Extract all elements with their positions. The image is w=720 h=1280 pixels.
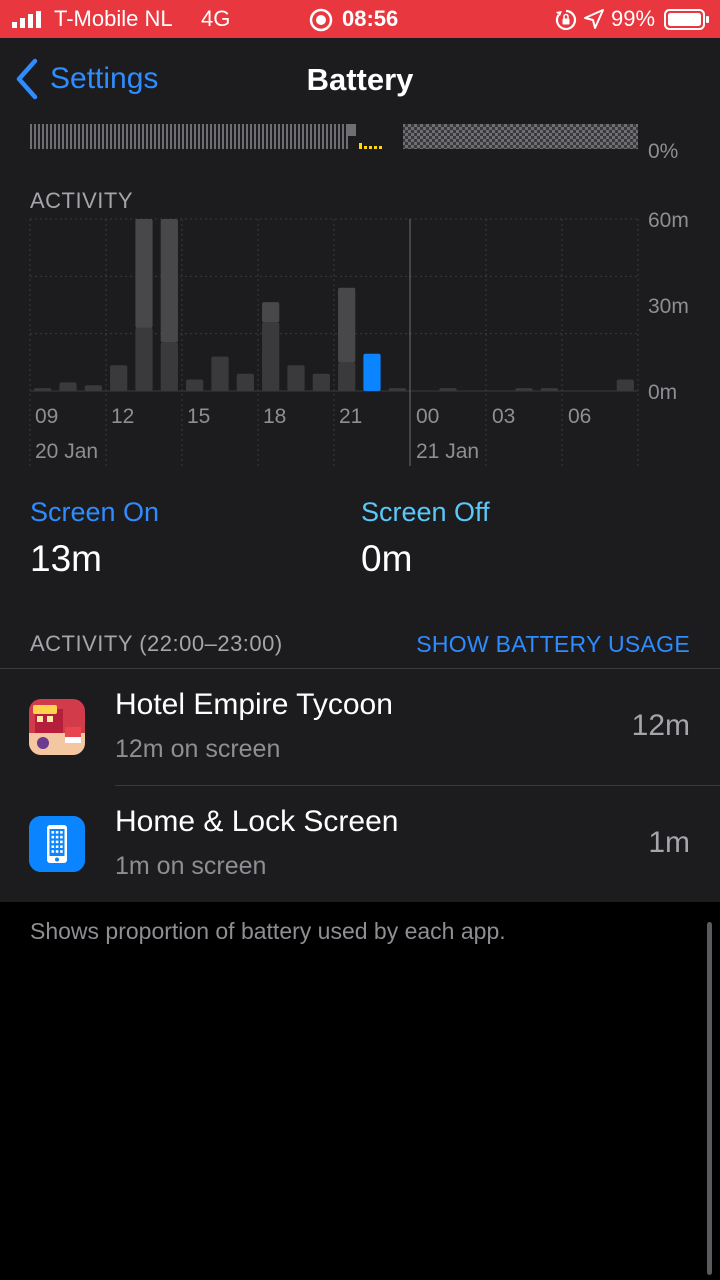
activity-bar-screen-on-17 — [262, 322, 280, 391]
x-tick-09: 09 — [35, 405, 58, 428]
carrier-name: T-Mobile NL — [54, 6, 173, 31]
app-name: Hotel Empire Tycoon — [115, 688, 393, 721]
level-y-tick-0: 0% — [648, 140, 678, 163]
activity-bar-screen-on-07 — [616, 379, 634, 391]
app-usage-time: 1m — [648, 826, 690, 859]
show-battery-usage-button[interactable]: SHOW BATTERY USAGE — [416, 631, 690, 658]
location-arrow-icon — [584, 9, 604, 29]
activity-bar-screen-on-16 — [236, 373, 254, 391]
battery-panel: 0% ACTIVITY 60m 30m 0m 09 12 15 18 21 00… — [0, 124, 720, 902]
activity-bar-screen-on-20 — [338, 362, 356, 391]
activity-bar-screen-on-00 — [439, 388, 457, 391]
screen-off-value: 0m — [361, 538, 413, 579]
screen-record-icon — [309, 8, 333, 32]
date-label-20-jan: 20 Jan — [35, 440, 98, 463]
app-on-screen-time: 1m on screen — [115, 852, 267, 880]
activity-bar-screen-on-15 — [211, 356, 229, 391]
app-row-hotel-empire-tycoon[interactable]: Hotel Empire Tycoon 12m on screen 12m — [0, 669, 720, 786]
battery-icon — [664, 9, 709, 30]
activity-chart: 60m 30m 0m 09 12 15 18 21 00 03 06 20 Ja… — [29, 209, 689, 466]
x-tick-21: 21 — [339, 405, 362, 428]
signal-bars-icon — [12, 11, 41, 28]
activity-bar-screen-on-04 — [540, 388, 558, 391]
clock-time: 08:56 — [342, 6, 399, 31]
charts-canvas: 0% ACTIVITY 60m 30m 0m 09 12 15 18 21 00… — [29, 124, 689, 466]
page-title: Battery — [306, 62, 414, 97]
x-tick-03: 03 — [492, 405, 515, 428]
activity-bar-screen-on-11 — [110, 365, 128, 391]
network-type: 4G — [201, 6, 231, 31]
activity-bar-screen-on-18 — [287, 365, 305, 391]
activity-bar-screen-off-12 — [135, 219, 153, 328]
activity-bar-screen-on-22 — [388, 388, 406, 391]
rotation-lock-icon — [555, 9, 577, 31]
activity-bar-screen-on-10 — [84, 385, 102, 391]
activity-bar-screen-off-20 — [338, 287, 356, 363]
x-tick-18: 18 — [263, 405, 286, 428]
x-tick-15: 15 — [187, 405, 210, 428]
scrollbar[interactable] — [707, 922, 712, 1275]
battery-level-chart: 0% — [30, 124, 678, 163]
activity-bar-screen-on-08 — [34, 388, 52, 391]
footer-note: Shows proportion of battery used by each… — [30, 918, 506, 944]
hotel-empire-tycoon-icon — [29, 699, 85, 755]
x-tick-00: 00 — [416, 405, 439, 428]
activity-bar-screen-on-12 — [135, 327, 153, 391]
y-tick-60m: 60m — [648, 209, 689, 232]
app-on-screen-time: 12m on screen — [115, 735, 281, 763]
home-lock-screen-icon — [29, 816, 85, 872]
battery-percent: 99% — [611, 6, 656, 31]
x-tick-12: 12 — [111, 405, 134, 428]
y-tick-30m: 30m — [648, 295, 689, 318]
y-tick-0m: 0m — [648, 381, 677, 404]
x-tick-06: 06 — [568, 405, 591, 428]
screen-on-value: 13m — [30, 538, 102, 579]
screen-off-label: Screen Off — [361, 497, 490, 527]
activity-bar-screen-on-03 — [515, 388, 533, 391]
activity-bar-screen-on-09 — [59, 382, 77, 391]
app-name: Home & Lock Screen — [115, 805, 399, 838]
activity-bar-screen-off-17 — [262, 302, 280, 323]
usage-section-label: ACTIVITY (22:00–23:00) — [30, 631, 283, 656]
app-usage-time: 12m — [631, 709, 690, 742]
screen-on-label: Screen On — [30, 497, 160, 527]
activity-bar-screen-on-13 — [160, 342, 178, 391]
activity-bar-screen-on-14 — [186, 379, 204, 391]
date-label-21-jan: 21 Jan — [416, 440, 479, 463]
activity-bar-screen-on-19 — [312, 373, 330, 391]
activity-bar-selected-21 — [363, 353, 381, 391]
activity-chart-title: ACTIVITY — [30, 188, 133, 213]
app-row-home-lock-screen[interactable]: Home & Lock Screen 1m on screen 1m — [0, 786, 720, 903]
navigation-bar: Settings Battery — [0, 38, 720, 124]
activity-bar-screen-off-13 — [160, 219, 178, 343]
status-bar: T-Mobile NL 4G 08:56 99% — [0, 0, 720, 38]
